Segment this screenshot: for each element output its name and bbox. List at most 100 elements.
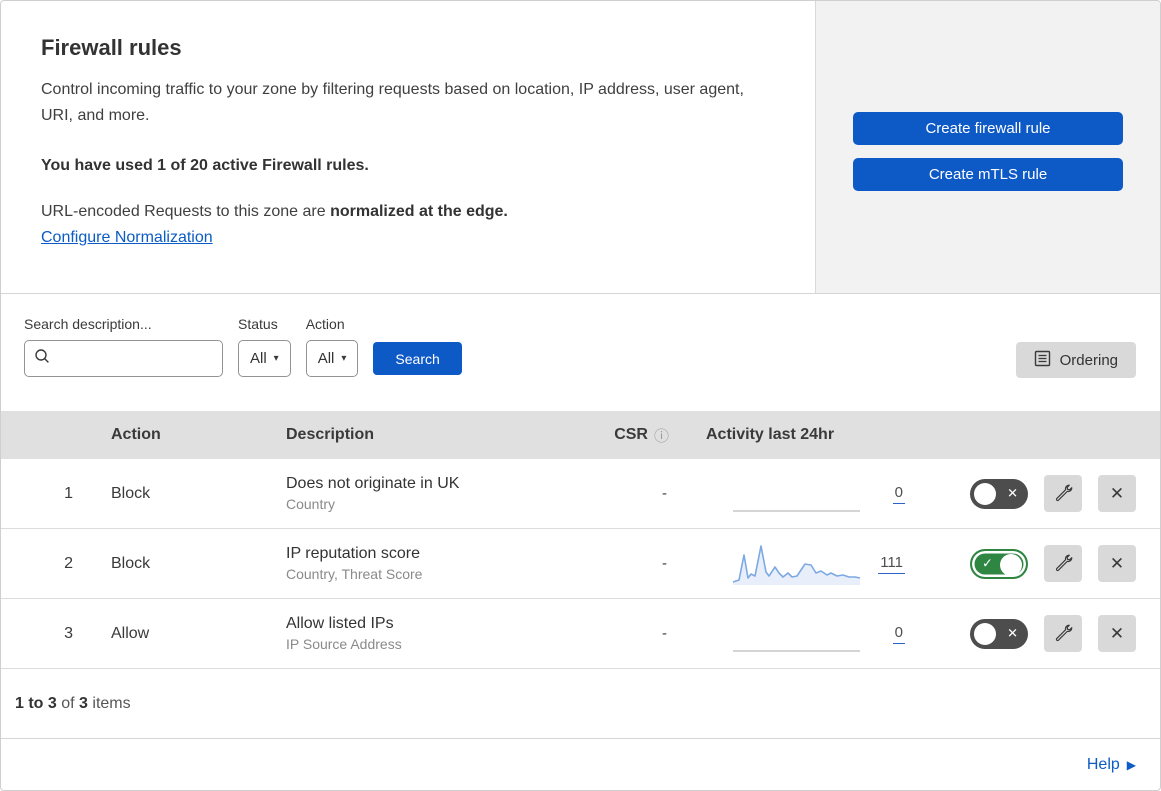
- status-value: All: [250, 350, 267, 367]
- rule-action: Block: [111, 554, 151, 572]
- rule-controls: ✕ ✕: [913, 615, 1160, 652]
- edit-rule-button[interactable]: [1044, 545, 1082, 582]
- rule-criteria: Country: [286, 496, 336, 512]
- close-icon: ✕: [1109, 623, 1125, 643]
- wrench-icon: [1055, 554, 1072, 572]
- rule-controls: ✓ ✕: [913, 545, 1160, 582]
- close-icon: ✕: [1109, 553, 1125, 573]
- rule-criteria: IP Source Address: [286, 636, 402, 652]
- filter-bar: Search description... Status All ▾ Actio…: [1, 294, 1160, 411]
- help-label: Help: [1086, 755, 1120, 773]
- create-firewall-rule-button[interactable]: Create firewall rule: [853, 112, 1123, 145]
- rule-enabled-toggle[interactable]: ✕: [970, 618, 1028, 649]
- ordering-list-icon: [1034, 350, 1051, 371]
- ordering-button[interactable]: Ordering: [1015, 342, 1136, 378]
- normalization-text: URL-encoded Requests to this zone are: [41, 203, 331, 220]
- csr-header-label: CSR: [614, 426, 648, 443]
- toggle-knob: [974, 622, 996, 645]
- help-row: Help ▶: [1, 739, 1160, 790]
- rule-action: Allow: [111, 624, 150, 642]
- rule-description: Does not originate in UK: [286, 475, 460, 492]
- filters-group: Search description... Status All ▾ Actio…: [24, 316, 462, 411]
- action-dropdown[interactable]: All ▾: [305, 340, 359, 377]
- search-button[interactable]: Search: [373, 342, 462, 375]
- action-column-header: Action: [111, 426, 161, 443]
- status-field: Status All ▾: [238, 316, 291, 411]
- delete-rule-button[interactable]: ✕: [1098, 475, 1136, 512]
- description-column-header: Description: [286, 426, 375, 443]
- rule-priority: 2: [64, 554, 73, 572]
- pagination-items-label: items: [87, 694, 131, 712]
- action-value: All: [317, 350, 335, 367]
- search-button-wrap: Search: [373, 316, 462, 411]
- header-section: Firewall rules Control incoming traffic …: [1, 1, 1160, 294]
- delete-rule-button[interactable]: ✕: [1098, 545, 1136, 582]
- activity-sparkline: [731, 611, 863, 657]
- status-dropdown[interactable]: All ▾: [238, 340, 291, 377]
- toggle-state-icon: ✕: [1007, 485, 1018, 501]
- activity-sparkline: [731, 471, 863, 517]
- rule-description: IP reputation score: [286, 545, 421, 562]
- table-row: 1 Block Does not originate in UK Country…: [1, 459, 1160, 529]
- toggle-state-icon: ✕: [1007, 625, 1018, 641]
- firewall-rules-page: Firewall rules Control incoming traffic …: [0, 0, 1161, 791]
- activity-column-header: Activity last 24hr: [706, 426, 835, 443]
- normalization-note: URL-encoded Requests to this zone are no…: [41, 203, 775, 221]
- pagination-of: of: [56, 694, 80, 712]
- rule-csr-value: -: [662, 625, 667, 642]
- activity-count-link[interactable]: 0: [892, 624, 905, 644]
- page-description: Control incoming traffic to your zone by…: [41, 81, 744, 124]
- rule-controls: ✕ ✕: [913, 475, 1160, 512]
- rule-csr-value: -: [662, 485, 667, 502]
- rule-description: Allow listed IPs: [286, 615, 394, 632]
- wrench-icon: [1055, 624, 1072, 642]
- intro-block: Firewall rules Control incoming traffic …: [1, 1, 815, 293]
- activity-count-link[interactable]: 0: [892, 484, 905, 504]
- search-label: Search description...: [24, 316, 152, 332]
- edit-rule-button[interactable]: [1044, 615, 1082, 652]
- rule-priority: 1: [64, 484, 73, 502]
- search-icon: [33, 347, 51, 370]
- chevron-down-icon: ▾: [273, 353, 279, 364]
- ordering-label: Ordering: [1059, 351, 1118, 369]
- toggle-knob: [974, 482, 996, 505]
- activity-sparkline: [731, 541, 863, 587]
- pagination-range: 1 to 3: [15, 694, 57, 712]
- configure-normalization-link[interactable]: Configure Normalization: [41, 229, 213, 246]
- csr-column-header: CSR ⓘ: [601, 425, 681, 446]
- toggle-knob: [1000, 553, 1022, 576]
- rule-enabled-toggle[interactable]: ✕: [970, 478, 1028, 509]
- rule-criteria: Country, Threat Score: [286, 566, 423, 582]
- close-icon: ✕: [1109, 483, 1125, 503]
- action-label: Action: [305, 316, 345, 332]
- rule-description-cell: IP reputation score Country, Threat Scor…: [286, 545, 601, 582]
- rule-csr-value: -: [662, 555, 667, 572]
- action-field: Action All ▾: [305, 316, 359, 411]
- rule-description-cell: Allow listed IPs IP Source Address: [286, 615, 601, 652]
- delete-rule-button[interactable]: ✕: [1098, 615, 1136, 652]
- search-box[interactable]: [24, 340, 223, 377]
- info-icon[interactable]: ⓘ: [654, 425, 669, 446]
- pagination-total: 3: [79, 694, 88, 712]
- table-row: 3 Allow Allow listed IPs IP Source Addre…: [1, 599, 1160, 669]
- pagination-summary: 1 to 3 of 3 items: [1, 669, 1160, 739]
- rule-activity-cell: 0: [681, 471, 913, 517]
- search-field: Search description...: [24, 316, 223, 411]
- search-input[interactable]: [51, 350, 201, 367]
- rule-activity-cell: 111: [681, 541, 913, 587]
- activity-count-link[interactable]: 111: [878, 554, 905, 574]
- wrench-icon: [1055, 484, 1072, 502]
- create-mtls-rule-button[interactable]: Create mTLS rule: [853, 158, 1123, 191]
- edit-rule-button[interactable]: [1044, 475, 1082, 512]
- rule-enabled-toggle[interactable]: ✓: [970, 548, 1028, 579]
- page-title: Firewall rules: [41, 35, 182, 60]
- rule-priority: 3: [64, 624, 73, 642]
- usage-summary: You have used 1 of 20 active Firewall ru…: [41, 157, 369, 174]
- table-header: Action Description CSR ⓘ Activity last 2…: [1, 411, 1160, 459]
- chevron-right-icon: ▶: [1126, 757, 1136, 772]
- help-link[interactable]: Help ▶: [1087, 756, 1136, 774]
- status-label: Status: [238, 316, 278, 332]
- table-row: 2 Block IP reputation score Country, Thr…: [1, 529, 1160, 599]
- rule-action: Block: [111, 484, 151, 502]
- toggle-state-icon: ✓: [982, 555, 993, 571]
